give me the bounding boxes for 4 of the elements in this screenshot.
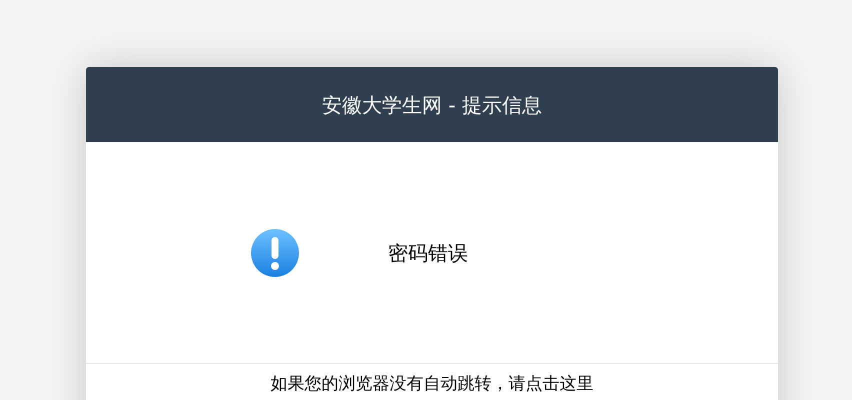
error-message: 密码错误 [388,240,468,266]
exclamation-icon [250,228,300,278]
dialog-title: 安徽大学生网 - 提示信息 [322,92,542,118]
redirect-message: 如果您的浏览器没有自动跳转，请点击这里 [270,374,594,394]
